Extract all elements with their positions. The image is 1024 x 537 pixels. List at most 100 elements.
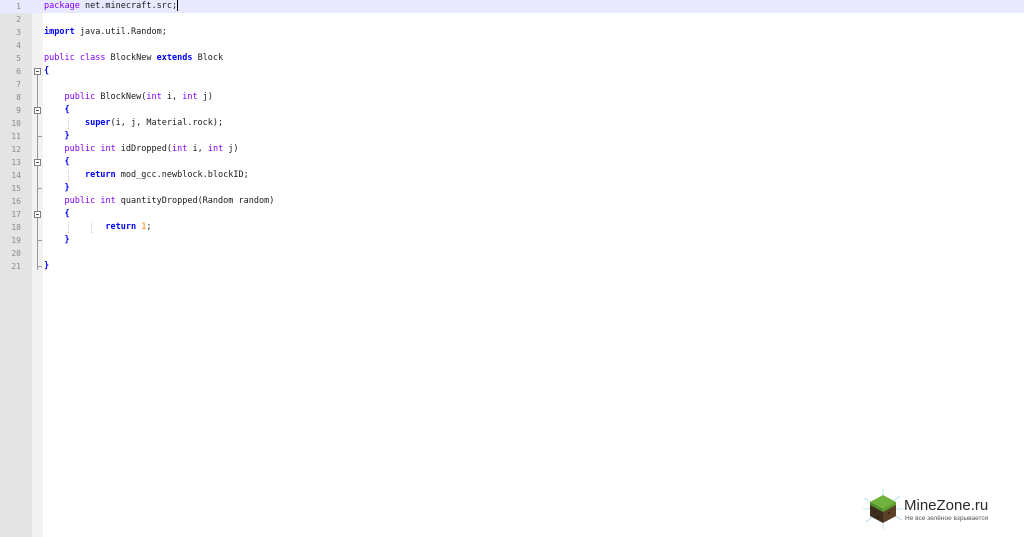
code-token: package bbox=[44, 1, 80, 11]
code-token: BlockNew( bbox=[95, 92, 147, 102]
code-line[interactable]: 4 bbox=[0, 39, 1024, 52]
code-line[interactable]: 5 public class BlockNew extends Block bbox=[0, 52, 1024, 65]
fold-end-marker bbox=[37, 240, 42, 241]
code-line[interactable]: 2 bbox=[0, 13, 1024, 26]
code-token: int bbox=[100, 196, 116, 206]
line-number: 15 bbox=[11, 184, 21, 193]
fold-end-marker bbox=[37, 188, 42, 189]
indent-guide bbox=[68, 170, 69, 181]
code-text[interactable]: } bbox=[44, 260, 49, 273]
code-line[interactable]: 21} bbox=[0, 260, 1024, 273]
line-number: 14 bbox=[11, 171, 21, 180]
code-text[interactable]: super(i, j, Material.rock); bbox=[44, 117, 223, 130]
line-number: 18 bbox=[11, 223, 21, 232]
code-text[interactable]: package net.minecraft.src; bbox=[44, 0, 179, 13]
code-text[interactable]: } bbox=[44, 234, 69, 247]
code-line[interactable]: 14 return mod_gcc.newblock.blockID; bbox=[0, 169, 1024, 182]
code-text[interactable]: { bbox=[44, 65, 49, 78]
line-number: 17 bbox=[11, 210, 21, 219]
code-line[interactable]: 12 public int idDropped(int i, int j) bbox=[0, 143, 1024, 156]
code-token: super bbox=[84, 118, 111, 128]
indent-guide bbox=[68, 118, 69, 129]
code-token: java.util.Random; bbox=[74, 27, 167, 37]
code-line[interactable]: 10 super(i, j, Material.rock); bbox=[0, 117, 1024, 130]
code-token: net.minecraft.src; bbox=[79, 1, 178, 11]
code-line[interactable]: 6{ bbox=[0, 65, 1024, 78]
code-line[interactable]: 17 { bbox=[0, 208, 1024, 221]
text-caret bbox=[177, 0, 179, 11]
code-text[interactable]: { bbox=[44, 156, 69, 169]
line-number: 4 bbox=[16, 41, 21, 50]
code-token: (i, j, Material.rock); bbox=[110, 118, 224, 128]
code-token: quantityDropped(Random random) bbox=[115, 196, 275, 206]
fold-toggle-icon[interactable] bbox=[34, 211, 41, 218]
fold-toggle-icon[interactable] bbox=[34, 68, 41, 75]
code-text[interactable]: return mod_gcc.newblock.blockID; bbox=[44, 169, 249, 182]
line-number: 5 bbox=[16, 54, 21, 63]
code-text[interactable]: public class BlockNew extends Block bbox=[44, 52, 223, 65]
code-token: public bbox=[64, 196, 96, 206]
code-token: public bbox=[64, 144, 96, 154]
line-number: 21 bbox=[11, 262, 21, 271]
code-line[interactable]: 15 } bbox=[0, 182, 1024, 195]
fold-end-marker bbox=[37, 136, 42, 137]
code-line[interactable]: 18 return 1; bbox=[0, 221, 1024, 234]
code-token: Block bbox=[192, 53, 224, 63]
code-token: int bbox=[171, 144, 188, 154]
code-token: } bbox=[64, 131, 70, 141]
code-line[interactable]: 9 { bbox=[0, 104, 1024, 117]
code-token: return bbox=[84, 170, 116, 180]
code-line[interactable]: 19 } bbox=[0, 234, 1024, 247]
line-number: 19 bbox=[11, 236, 21, 245]
line-number: 13 bbox=[11, 158, 21, 167]
line-number: 11 bbox=[11, 132, 21, 141]
fold-toggle-icon[interactable] bbox=[34, 107, 41, 114]
code-text[interactable]: { bbox=[44, 208, 70, 221]
line-number: 2 bbox=[16, 15, 21, 24]
line-number: 1 bbox=[16, 2, 21, 11]
watermark-subtitle: Не все зелёное взрывается bbox=[905, 515, 989, 522]
code-token: int bbox=[182, 92, 198, 102]
code-line[interactable]: 13 { bbox=[0, 156, 1024, 169]
code-token: i, bbox=[161, 92, 183, 102]
fold-toggle-icon[interactable] bbox=[34, 159, 41, 166]
code-text[interactable]: import java.util.Random; bbox=[44, 26, 167, 39]
code-token: } bbox=[64, 183, 70, 193]
code-line[interactable]: 7 bbox=[0, 78, 1024, 91]
line-number: 3 bbox=[16, 28, 21, 37]
code-text[interactable]: } bbox=[44, 182, 70, 195]
code-token: { bbox=[64, 209, 70, 219]
code-token: } bbox=[44, 261, 50, 271]
code-token: i, bbox=[187, 144, 208, 154]
code-text[interactable]: } bbox=[44, 130, 70, 143]
code-line[interactable]: 1 package net.minecraft.src; bbox=[0, 0, 1024, 13]
code-text[interactable]: public int idDropped(int i, int j) bbox=[44, 143, 238, 156]
code-text[interactable]: public BlockNew(int i, int j) bbox=[44, 91, 213, 104]
code-text[interactable]: return 1; bbox=[44, 221, 152, 234]
code-text[interactable]: public int quantityDropped(Random random… bbox=[44, 195, 274, 208]
code-token: extends bbox=[156, 53, 193, 63]
code-token: int bbox=[207, 144, 224, 154]
watermark: MineZone.ru Не все зелёное взрывается bbox=[862, 488, 1020, 530]
code-text[interactable]: { bbox=[44, 104, 70, 117]
code-line[interactable]: 3 import java.util.Random; bbox=[0, 26, 1024, 39]
code-token: ; bbox=[146, 222, 152, 232]
code-line[interactable]: 16 public int quantityDropped(Random ran… bbox=[0, 195, 1024, 208]
line-number: 20 bbox=[11, 249, 21, 258]
code-editor[interactable]: 1 package net.minecraft.src; 2 3 import java… bbox=[0, 0, 1024, 537]
code-token: { bbox=[64, 105, 70, 115]
code-token: return bbox=[105, 222, 137, 232]
code-token: j) bbox=[197, 92, 213, 102]
code-token: class bbox=[79, 53, 106, 63]
code-line[interactable]: 20 bbox=[0, 247, 1024, 260]
code-line[interactable]: 8 public BlockNew(int i, int j) bbox=[0, 91, 1024, 104]
code-line[interactable]: 11 } bbox=[0, 130, 1024, 143]
